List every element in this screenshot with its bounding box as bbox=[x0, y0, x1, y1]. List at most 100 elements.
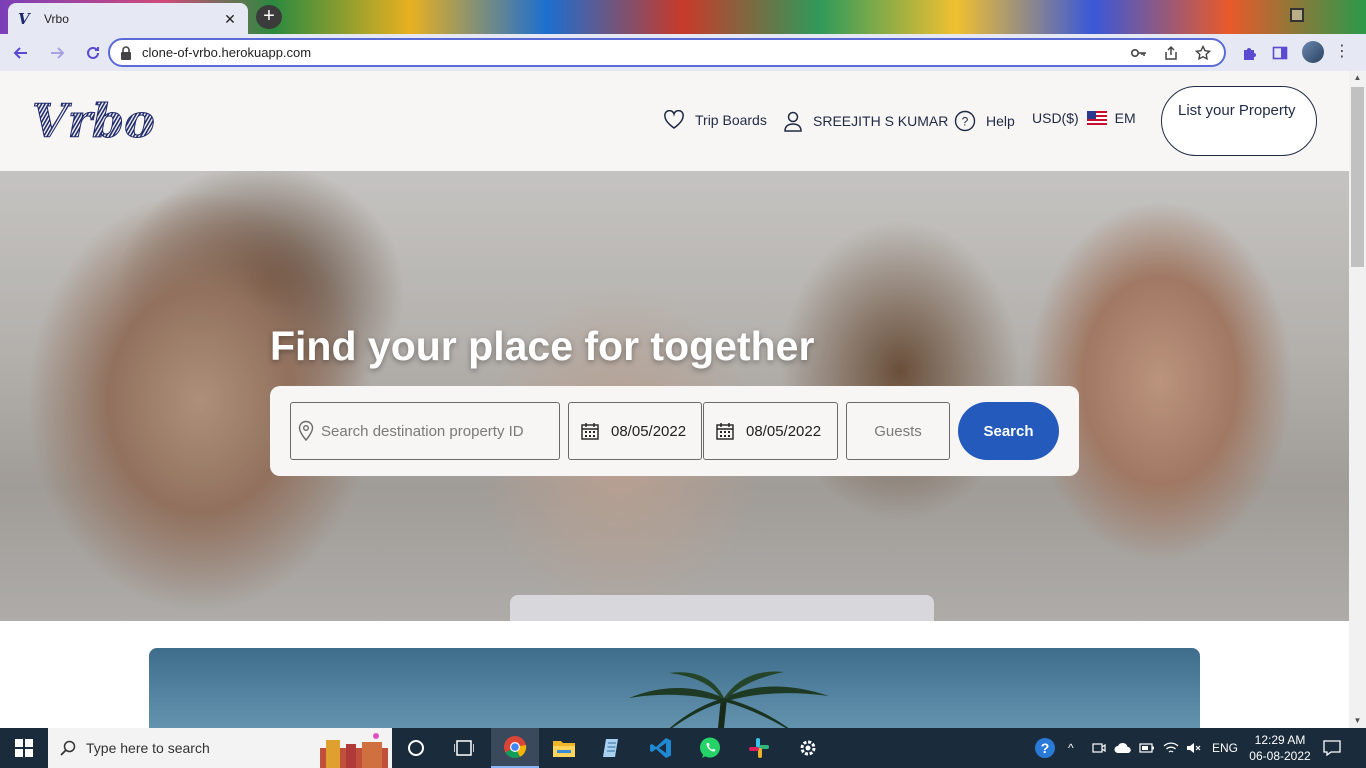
profile-avatar[interactable] bbox=[1302, 41, 1324, 63]
browser-tab[interactable]: V Vrbo ✕ bbox=[8, 3, 248, 34]
guests-placeholder: Guests bbox=[874, 422, 922, 440]
guests-input[interactable]: Guests bbox=[846, 402, 950, 460]
battery-icon[interactable] bbox=[1139, 728, 1155, 768]
help-link[interactable]: ? Help bbox=[954, 110, 1015, 132]
hero-laptop-image bbox=[510, 595, 934, 621]
start-button[interactable] bbox=[0, 728, 48, 768]
back-button[interactable] bbox=[6, 38, 36, 68]
reload-icon bbox=[87, 46, 99, 59]
clock-time: 12:29 AM bbox=[1254, 733, 1306, 747]
hero-section: Find your place for together Search dest… bbox=[0, 171, 1349, 621]
whatsapp-taskbar-button[interactable] bbox=[686, 728, 734, 768]
windows-taskbar: Type here to search ? ^ ENG 12:29 AM 06-… bbox=[0, 728, 1366, 768]
lock-icon bbox=[121, 45, 131, 60]
calendar-icon bbox=[581, 423, 599, 440]
search-icon bbox=[60, 740, 76, 756]
vscode-taskbar-button[interactable] bbox=[637, 728, 685, 768]
scrollbar-thumb[interactable] bbox=[1351, 87, 1364, 267]
search-button[interactable]: Search bbox=[958, 402, 1059, 460]
trip-boards-label: Trip Boards bbox=[695, 112, 767, 128]
tray-overflow-icon[interactable]: ^ bbox=[1068, 728, 1074, 768]
browser-menu-icon[interactable]: ⋮ bbox=[1334, 40, 1350, 64]
task-view-button[interactable] bbox=[440, 728, 488, 768]
cortana-icon bbox=[408, 740, 424, 756]
heart-icon bbox=[664, 110, 684, 129]
destination-placeholder: Search destination property ID bbox=[321, 422, 524, 440]
notepad-taskbar-button[interactable] bbox=[588, 728, 636, 768]
forward-arrow-icon bbox=[51, 46, 65, 59]
file-explorer-icon bbox=[553, 741, 575, 757]
clock-date: 06-08-2022 bbox=[1249, 749, 1311, 763]
currency-label: USD($) bbox=[1032, 110, 1079, 126]
site-header: Vrbo Trip Boards SREEJITH S KUMAR ? Help… bbox=[0, 71, 1349, 171]
browser-toolbar: clone-of-vrbo.herokuapp.com ⋮ bbox=[0, 34, 1366, 71]
location-pin-icon bbox=[298, 420, 314, 442]
notifications-button[interactable] bbox=[1323, 728, 1341, 768]
url-text[interactable]: clone-of-vrbo.herokuapp.com bbox=[142, 45, 1118, 60]
onedrive-icon[interactable] bbox=[1114, 728, 1132, 768]
task-view-icon bbox=[454, 740, 474, 756]
key-icon[interactable] bbox=[1128, 42, 1150, 64]
page-viewport: Vrbo Trip Boards SREEJITH S KUMAR ? Help… bbox=[0, 71, 1349, 728]
search-form: Search destination property ID 08/05/202… bbox=[270, 386, 1079, 476]
vscode-icon bbox=[650, 738, 671, 758]
reload-button[interactable] bbox=[78, 38, 108, 68]
volume-muted-icon[interactable] bbox=[1186, 728, 1202, 768]
checkout-date-input[interactable]: 08/05/2022 bbox=[703, 402, 838, 460]
promo-banner[interactable] bbox=[149, 648, 1200, 728]
scroll-down-icon[interactable]: ▼ bbox=[1349, 714, 1366, 728]
new-tab-button[interactable]: + bbox=[256, 5, 282, 29]
input-language-indicator[interactable]: ENG bbox=[1212, 728, 1238, 768]
destination-input[interactable]: Search destination property ID bbox=[290, 402, 560, 460]
bookmark-star-icon[interactable] bbox=[1192, 42, 1214, 64]
address-bar[interactable]: clone-of-vrbo.herokuapp.com bbox=[108, 38, 1226, 67]
palm-tree-image bbox=[629, 671, 829, 728]
page-scrollbar[interactable]: ▲ ▼ bbox=[1349, 71, 1366, 728]
extensions-puzzle-icon[interactable] bbox=[1238, 42, 1260, 64]
list-your-property-button[interactable]: List your Property bbox=[1161, 86, 1317, 156]
search-highlight-image bbox=[320, 733, 388, 768]
wifi-icon[interactable] bbox=[1163, 728, 1179, 768]
share-icon[interactable] bbox=[1160, 42, 1182, 64]
forward-button[interactable] bbox=[42, 38, 72, 68]
help-label: Help bbox=[986, 113, 1015, 129]
trip-boards-link[interactable]: Trip Boards bbox=[663, 110, 767, 130]
slack-icon bbox=[749, 738, 769, 758]
file-explorer-taskbar-button[interactable] bbox=[540, 728, 588, 768]
svg-text:?: ? bbox=[962, 115, 969, 129]
scroll-up-icon[interactable]: ▲ bbox=[1349, 71, 1366, 85]
hero-title: Find your place for together bbox=[270, 323, 815, 369]
tab-close-icon[interactable]: ✕ bbox=[222, 11, 238, 27]
windows-logo-icon bbox=[15, 739, 33, 757]
vrbo-favicon-icon: V bbox=[18, 9, 30, 28]
help-icon: ? bbox=[954, 110, 976, 132]
taskbar-search-box[interactable]: Type here to search bbox=[48, 728, 392, 768]
user-account-link[interactable]: SREEJITH S KUMAR bbox=[783, 110, 948, 132]
language-label: EM bbox=[1114, 110, 1136, 126]
svg-text:?: ? bbox=[1041, 740, 1050, 756]
us-flag-icon bbox=[1086, 111, 1107, 125]
slack-taskbar-button[interactable] bbox=[735, 728, 783, 768]
cortana-button[interactable] bbox=[392, 728, 440, 768]
back-arrow-icon bbox=[13, 46, 27, 59]
user-icon bbox=[784, 111, 802, 132]
notepad-icon bbox=[603, 739, 618, 757]
side-panel-icon[interactable] bbox=[1269, 42, 1291, 64]
checkin-date-input[interactable]: 08/05/2022 bbox=[568, 402, 702, 460]
chrome-icon bbox=[504, 736, 527, 758]
window-restore-icon[interactable] bbox=[1290, 8, 1304, 22]
help-tray-icon[interactable]: ? bbox=[1034, 728, 1056, 768]
taskbar-clock[interactable]: 12:29 AM 06-08-2022 bbox=[1240, 732, 1320, 764]
calendar-icon bbox=[716, 423, 734, 440]
taskbar-search-placeholder: Type here to search bbox=[86, 740, 210, 756]
settings-icon bbox=[800, 740, 816, 756]
settings-taskbar-button[interactable] bbox=[784, 728, 832, 768]
meet-now-icon[interactable] bbox=[1092, 728, 1106, 768]
checkin-date-value: 08/05/2022 bbox=[611, 422, 687, 440]
whatsapp-icon bbox=[700, 737, 720, 758]
vrbo-logo[interactable]: Vrbo bbox=[32, 95, 156, 145]
currency-language-selector[interactable]: USD($) EM bbox=[1032, 110, 1136, 126]
chrome-taskbar-button[interactable] bbox=[491, 728, 539, 768]
browser-tabstrip: V Vrbo ✕ + bbox=[0, 0, 1366, 34]
checkout-date-value: 08/05/2022 bbox=[746, 422, 822, 440]
